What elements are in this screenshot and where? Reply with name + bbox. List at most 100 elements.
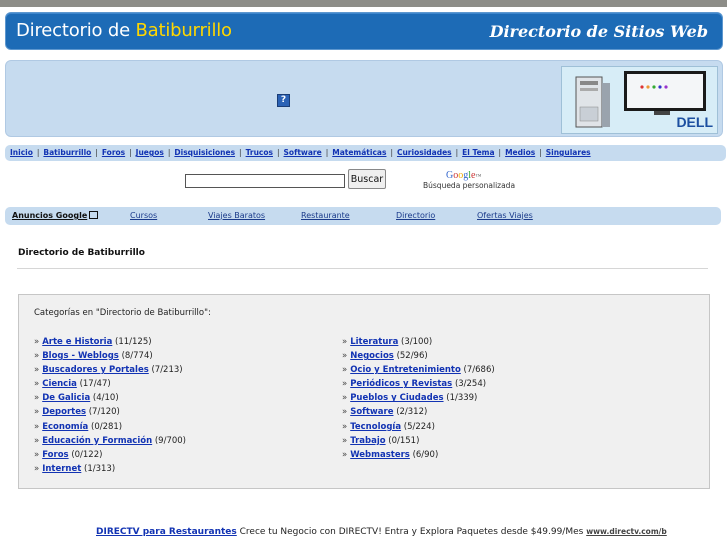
nav-item-trucos[interactable]: Trucos bbox=[246, 148, 273, 157]
bullet-icon: » bbox=[34, 351, 40, 362]
nav-item-inicio[interactable]: Inicio bbox=[10, 148, 33, 157]
nav-item-singulares[interactable]: Singulares bbox=[546, 148, 591, 157]
nav-separator: | bbox=[539, 148, 542, 157]
nav-item-el-tema[interactable]: El Tema bbox=[462, 148, 494, 157]
google-custom-search-label: Búsqueda personalizada bbox=[423, 181, 516, 190]
adlink-viajes-baratos[interactable]: Viajes Baratos bbox=[208, 207, 265, 225]
bullet-icon: » bbox=[34, 407, 40, 418]
nav-item-software[interactable]: Software bbox=[284, 148, 322, 157]
category-item: » Negocios (52/96) bbox=[342, 349, 495, 363]
ad-info-icon[interactable]: ? bbox=[277, 94, 290, 107]
category-count: (0/151) bbox=[388, 435, 420, 446]
category-item: » Blogs - Weblogs (8/774) bbox=[34, 349, 186, 363]
nav-separator: | bbox=[36, 148, 40, 157]
category-count: (1/339) bbox=[446, 393, 478, 404]
category-item: » Economía (0/281) bbox=[34, 420, 186, 434]
category-link[interactable]: Buscadores y Portales bbox=[42, 365, 149, 375]
category-link[interactable]: Tecnología bbox=[350, 422, 401, 432]
nav-item-foros[interactable]: Foros bbox=[102, 148, 125, 157]
category-count: (6/90) bbox=[412, 449, 439, 460]
adlink-directorio[interactable]: Directorio bbox=[396, 207, 435, 225]
category-link[interactable]: Software bbox=[350, 407, 393, 417]
category-item: » Software (2/312) bbox=[342, 405, 495, 419]
category-link[interactable]: Educación y Formación bbox=[42, 436, 152, 446]
nav-separator: | bbox=[129, 148, 132, 157]
category-link[interactable]: Deportes bbox=[42, 407, 86, 417]
category-link[interactable]: Pueblos y Ciudades bbox=[350, 393, 443, 403]
adlink-restaurante[interactable]: Restaurante bbox=[301, 207, 350, 225]
nav-separator: | bbox=[325, 148, 329, 157]
category-link[interactable]: Economía bbox=[42, 422, 88, 432]
site-subtitle: Directorio de Sitios Web bbox=[489, 22, 708, 41]
category-link[interactable]: Blogs - Weblogs bbox=[42, 351, 119, 361]
bullet-icon: » bbox=[342, 365, 348, 376]
nav-item-disquisiciones[interactable]: Disquisiciones bbox=[174, 148, 235, 157]
divider bbox=[17, 268, 708, 269]
main-nav: Inicio | Batiburrillo | Foros | Juegos | Disquis… bbox=[5, 145, 726, 161]
nav-item-curiosidades[interactable]: Curiosidades bbox=[397, 148, 452, 157]
nav-separator: | bbox=[455, 148, 459, 157]
search-button[interactable]: Buscar bbox=[348, 169, 386, 189]
category-link[interactable]: Negocios bbox=[350, 351, 394, 361]
category-count: (7/213) bbox=[151, 365, 183, 376]
footer-ad-url[interactable]: www.directv.com/b bbox=[586, 527, 667, 536]
footer-ad-link[interactable]: DIRECTV para Restaurantes bbox=[96, 527, 237, 537]
category-column-2: » Literatura (3/100)» Negocios (52/96)» Oci… bbox=[342, 335, 495, 462]
nav-item-medios[interactable]: Medios bbox=[505, 148, 535, 157]
bullet-icon: » bbox=[342, 379, 348, 390]
footer-ad-text: Crece tu Negocio con DIRECTV! Entra y Ex… bbox=[239, 527, 584, 537]
category-count: (11/125) bbox=[115, 337, 152, 347]
search-input[interactable] bbox=[185, 174, 345, 188]
nav-separator: | bbox=[95, 148, 98, 157]
category-count: (4/10) bbox=[92, 393, 119, 404]
nav-item-batiburrillo[interactable]: Batiburrillo bbox=[43, 148, 91, 157]
google-logo: Google™ bbox=[446, 170, 482, 181]
category-count: (7/120) bbox=[88, 407, 120, 418]
category-intro: Categorías en "Directorio de Batiburrill… bbox=[34, 308, 211, 318]
category-count: (1/313) bbox=[84, 463, 116, 474]
adlinks-label[interactable]: Anuncios Google bbox=[12, 207, 99, 225]
banner-ad[interactable]: ? DELL bbox=[5, 60, 723, 137]
category-link[interactable]: Ciencia bbox=[42, 379, 77, 389]
category-box: Categorías en "Directorio de Batiburrill… bbox=[18, 294, 710, 489]
category-count: (52/96) bbox=[396, 351, 428, 362]
category-link[interactable]: Webmasters bbox=[350, 450, 410, 460]
bullet-icon: » bbox=[34, 365, 40, 376]
dell-ad-image[interactable]: DELL bbox=[561, 66, 718, 134]
category-count: (17/47) bbox=[79, 379, 111, 390]
category-link[interactable]: Periódicos y Revistas bbox=[350, 379, 452, 389]
nav-item-matemáticas[interactable]: Matemáticas bbox=[332, 148, 386, 157]
dell-logo: DELL bbox=[676, 114, 713, 130]
top-strip bbox=[0, 0, 727, 7]
category-count: (2/312) bbox=[396, 407, 428, 418]
category-item: » Arte e Historia (11/125) bbox=[34, 335, 186, 349]
category-item: » Educación y Formación (9/700) bbox=[34, 434, 186, 448]
bullet-icon: » bbox=[342, 393, 348, 404]
adlink-ofertas-viajes[interactable]: Ofertas Viajes bbox=[477, 207, 533, 225]
category-count: (5/224) bbox=[403, 421, 435, 432]
category-item: » Buscadores y Portales (7/213) bbox=[34, 363, 186, 377]
nav-separator: | bbox=[390, 148, 393, 157]
category-count: (8/774) bbox=[121, 351, 153, 362]
category-link[interactable]: Literatura bbox=[350, 337, 398, 347]
bullet-icon: » bbox=[342, 449, 348, 460]
nav-item-juegos[interactable]: Juegos bbox=[136, 148, 164, 157]
category-link[interactable]: De Galicia bbox=[42, 393, 90, 403]
bullet-icon: » bbox=[34, 393, 40, 404]
bullet-icon: » bbox=[34, 463, 40, 474]
adlink-cursos[interactable]: Cursos bbox=[130, 207, 157, 225]
category-column-1: » Arte e Historia (11/125)» Blogs - Weblog… bbox=[34, 335, 186, 476]
category-item: » Ciencia (17/47) bbox=[34, 377, 186, 391]
category-link[interactable]: Ocio y Entretenimiento bbox=[350, 365, 461, 375]
category-link[interactable]: Trabajo bbox=[350, 436, 385, 446]
category-item: » Internet (1/313) bbox=[34, 462, 186, 476]
nav-separator: | bbox=[498, 148, 502, 157]
category-count: (3/100) bbox=[401, 337, 433, 347]
category-item: » Periódicos y Revistas (3/254) bbox=[342, 377, 495, 391]
category-link[interactable]: Arte e Historia bbox=[42, 337, 112, 347]
site-title[interactable]: Directorio de Batiburrillo bbox=[16, 20, 232, 41]
google-adlinks-bar: Anuncios Google Cursos Viajes Baratos Re… bbox=[5, 207, 721, 225]
category-link[interactable]: Internet bbox=[42, 464, 81, 474]
page-title: Directorio de Batiburrillo bbox=[18, 248, 145, 258]
category-link[interactable]: Foros bbox=[42, 450, 68, 460]
